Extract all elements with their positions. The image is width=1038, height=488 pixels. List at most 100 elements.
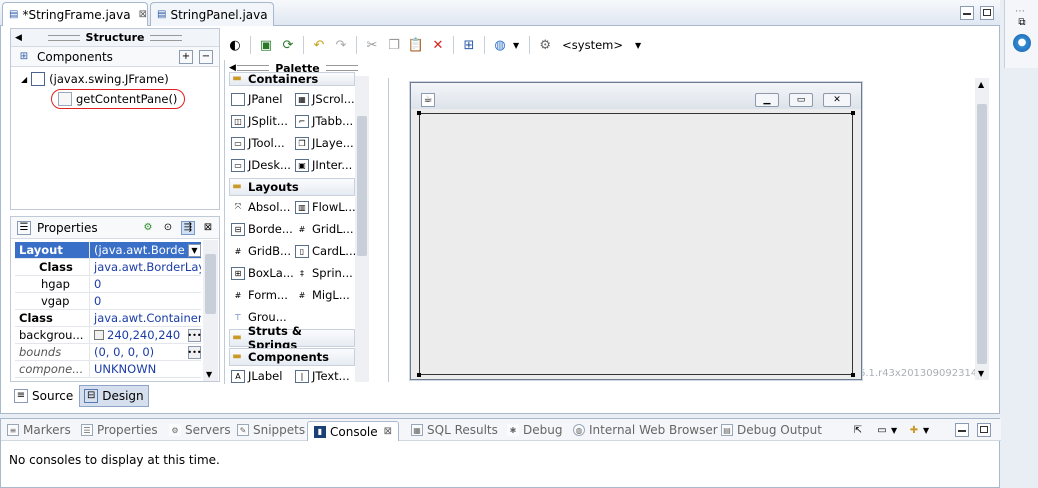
look-and-feel-dropdown-icon[interactable]: ▼ [635,41,641,50]
resize-handle[interactable] [851,111,855,115]
open-console-icon[interactable]: ✚ [907,424,921,438]
look-and-feel-label[interactable]: <system> [562,38,623,52]
property-value[interactable]: 0 [89,293,201,309]
minimize-console-button[interactable] [955,423,969,437]
palette-item-jlayeredpane[interactable]: ❐ JLaye... [295,136,359,150]
palette-category-struts-springs[interactable]: ▬ Struts & Springs [229,324,355,352]
undo-icon[interactable]: ↶ [308,34,330,56]
palette-category-components[interactable]: ▬ Components [229,348,355,366]
show-advanced-icon[interactable]: ⇶ [181,220,195,235]
palette-item-jpanel[interactable]: JPanel [231,92,295,106]
property-value[interactable]: (0, 0, 0, 0) [89,344,186,360]
expand-all-icon[interactable]: + [179,49,193,64]
tab-properties[interactable]: ☰ Properties [81,423,158,437]
scroll-up-icon[interactable]: ▲ [978,80,984,89]
palette-item-jsplitpane[interactable]: ◫ JSplit... [231,114,295,128]
goto-definition-icon[interactable]: ⊙ [161,221,175,235]
maximize-console-button[interactable] [977,423,991,437]
property-row-background[interactable]: backgrou... 240,240,240 ••• [15,327,202,344]
property-row-layout-class[interactable]: Class java.awt.BorderLay... [15,259,201,276]
property-row-layout[interactable]: Layout (java.awt.Borde... ▼ [15,242,201,259]
delete-icon[interactable]: ✕ [427,34,449,56]
cut-icon[interactable]: ✂ [361,34,383,56]
palette-item-borderlayout[interactable]: ⊟ Borde... [231,222,295,236]
palette-item-boxlayout[interactable]: ⊞ BoxLa... [231,266,295,280]
copy-icon[interactable]: ❐ [383,34,405,56]
palette-item-cardlayout[interactable]: ▯ CardL... [295,244,359,258]
property-row-component[interactable]: compone... UNKNOWN [15,361,201,378]
tab-console[interactable]: ▮ Console ⊠ [307,421,400,441]
tab-sql-results[interactable]: ▦ SQL Results [411,423,498,437]
property-row-hgap[interactable]: hgap 0 [15,276,201,293]
palette-item-jdesktoppane[interactable]: ▭ JDesk... [231,158,295,172]
resize-handle[interactable] [417,373,421,377]
property-row-bounds[interactable]: bounds (0, 0, 0, 0) ••• [15,344,202,361]
restore-icon[interactable]: ⧉ [1015,16,1029,30]
property-value[interactable]: java.awt.BorderLay... [89,259,201,275]
property-row-class[interactable]: Class java.awt.Container [15,310,201,327]
scroll-down-icon[interactable]: ▼ [978,369,984,378]
scroll-down-icon[interactable]: ▼ [206,370,212,379]
tab-stringframe[interactable]: ▤ *StringFrame.java ⊠ [2,2,148,26]
property-value[interactable]: java.awt.Container [89,310,201,326]
palette-view-icon[interactable]: ● [1013,34,1031,52]
jframe-preview[interactable]: ☕ ▁ ▭ ✕ [410,82,862,380]
properties-scrollbar[interactable]: ▼ [203,240,218,381]
tab-stringpanel[interactable]: ▤ StringPanel.java [150,2,274,26]
tab-markers[interactable]: ≡ Markers [7,423,71,437]
palette-item-gridlayout[interactable]: # GridL... [295,222,359,236]
resize-handle[interactable] [417,111,421,115]
resize-handle[interactable] [851,373,855,377]
collapse-arrow-icon[interactable]: ◀ [15,33,22,43]
property-row-vgap[interactable]: vgap 0 [15,293,201,310]
tree-item-jframe[interactable]: ◢ (javax.swing.JFrame) [11,71,219,87]
minimize-editor-button[interactable] [960,6,974,20]
palette-item-absolute-layout[interactable]: ⤧ Absol... [231,200,295,214]
palette-item-miglayout[interactable]: # MigL... [295,288,359,302]
content-pane[interactable] [417,111,855,377]
palette-item-formlayout[interactable]: # Form... [231,288,295,302]
dropdown-arrow-icon[interactable]: ▼ [188,243,201,257]
maximize-editor-button[interactable] [980,6,994,20]
tab-servers[interactable]: ⚙ Servers [169,423,231,437]
property-value[interactable]: 0 [89,276,201,292]
canvas-scrollbar[interactable]: ▲ ▼ [975,78,989,380]
palette-category-containers[interactable]: ▬ Containers [229,72,355,86]
redo-icon[interactable]: ↷ [330,34,352,56]
property-value[interactable]: (java.awt.Borde... [89,242,186,258]
palette-item-jscrollpane[interactable]: ▦ JScrol... [295,92,359,106]
pin-console-icon[interactable]: ⇱ [851,424,865,438]
palette-item-jtabbedpane[interactable]: ⌐ JTabb... [295,114,359,128]
palette-item-jlabel[interactable]: A JLabel [231,369,295,383]
collapse-all-icon[interactable]: − [199,49,213,64]
look-and-feel-icon[interactable]: ⚙ [534,34,556,56]
design-tab[interactable]: ⊟ Design [79,385,149,407]
palette-item-grouplayout[interactable]: ⊤ Grou... [231,310,295,324]
palette-item-springlayout[interactable]: ‡ Sprin... [295,266,359,280]
globe-dropdown-icon[interactable]: ▼ [513,41,519,50]
frame-maximize-button[interactable]: ▭ [789,93,813,107]
property-value[interactable]: 240,240,240 [89,327,186,343]
display-console-dropdown-icon[interactable]: ▼ [891,426,897,435]
paste-icon[interactable]: 📋 [405,34,427,56]
palette-category-layouts[interactable]: ▬ Layouts [229,178,355,196]
tab-internal-web-browser[interactable]: ◍ Internal Web Browser [573,423,718,437]
frame-minimize-button[interactable]: ▁ [755,93,779,107]
source-tab[interactable]: ≡ Source [10,385,77,407]
restore-default-icon[interactable]: ⊠ [201,221,215,235]
tree-item-content-pane[interactable]: getContentPane() [51,89,185,109]
palette-item-gridbaglayout[interactable]: # GridB... [231,244,295,258]
palette-item-flowlayout[interactable]: ▥ FlowL... [295,200,359,214]
ellipsis-button[interactable]: ••• [187,328,202,342]
ellipsis-button[interactable]: ••• [187,345,202,359]
tree-expand-icon[interactable]: ◢ [21,75,27,84]
frame-close-button[interactable]: ✕ [823,93,851,107]
tab-snippets[interactable]: ✎ Snippets [237,423,305,437]
globe-icon[interactable]: ◍ [489,34,511,56]
refresh-icon[interactable]: ⟳ [277,34,299,56]
show-events-icon[interactable]: ⚙ [141,221,155,235]
property-value[interactable]: UNKNOWN [89,361,201,377]
alignment-icon[interactable]: ⊞ [458,34,480,56]
open-console-dropdown-icon[interactable]: ▼ [923,426,929,435]
close-tab-icon[interactable]: ⊠ [139,9,147,20]
